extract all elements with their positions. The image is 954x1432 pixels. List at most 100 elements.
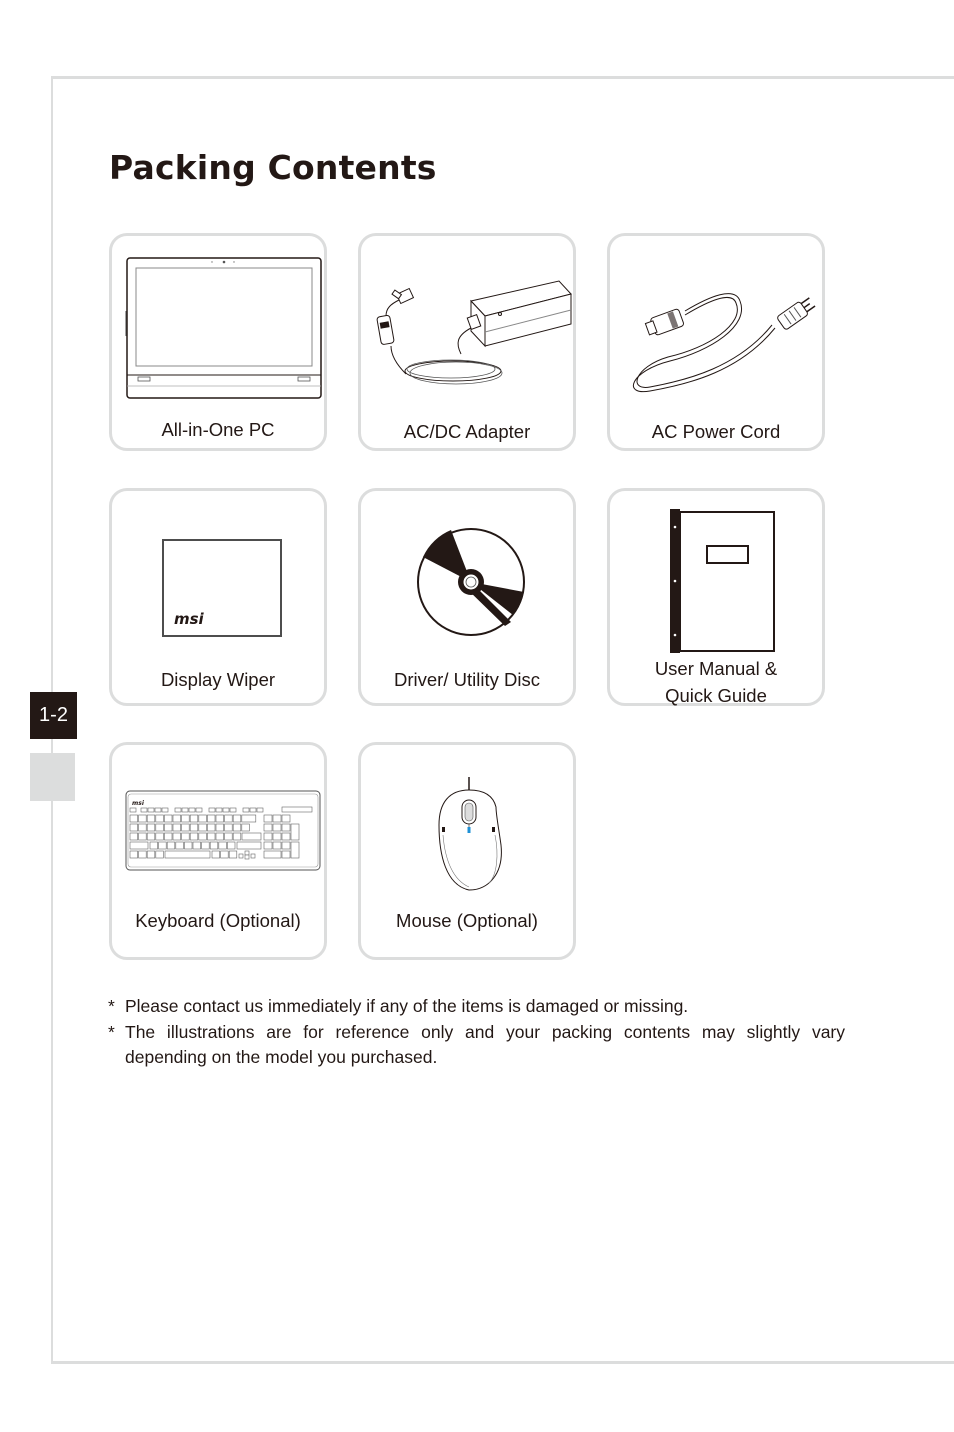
keyboard-key <box>154 807 162 813</box>
keyboard-key <box>207 832 216 841</box>
keyboard-key <box>263 823 273 832</box>
keyboard-key <box>228 850 238 859</box>
keyboard-key <box>198 814 207 823</box>
keyboard-key <box>222 807 230 813</box>
keyboard-key <box>138 823 147 832</box>
keyboard-msi-logo: msi <box>132 800 145 807</box>
keyboard-key <box>227 841 236 850</box>
note-damaged: * Please contact us immediately if any o… <box>108 994 845 1019</box>
keyboard-key <box>281 806 313 813</box>
keyboard-key <box>181 832 190 841</box>
item-label: Display Wiper <box>160 669 276 690</box>
keyboard-key <box>224 814 233 823</box>
keyboard-key <box>172 814 181 823</box>
note-text: Please contact us immediately if any of … <box>125 996 689 1016</box>
keyboard-key <box>241 814 257 823</box>
keyboard-key <box>211 850 220 859</box>
keyboard-key <box>138 850 147 859</box>
keyboard-key <box>146 814 156 823</box>
keyboard-key <box>215 832 224 841</box>
keyboard-key <box>209 841 219 850</box>
keyboard-key <box>147 807 155 813</box>
keyboard-key <box>146 832 156 841</box>
keyboard-key <box>236 841 262 850</box>
keyboard-key <box>138 832 147 841</box>
keyboard-key <box>238 853 244 859</box>
page-number-tab[interactable]: 1-2 <box>30 692 77 739</box>
keyboard-key <box>164 850 211 859</box>
keyboard-key <box>181 823 190 832</box>
keyboard-key <box>149 841 158 850</box>
keyboard-key <box>232 832 242 841</box>
keyboard-key <box>272 832 282 841</box>
keyboard-key <box>281 823 291 832</box>
keyboard-key <box>181 814 190 823</box>
keyboard-key <box>290 823 300 841</box>
keyboard-key <box>155 823 164 832</box>
keyboard-key <box>215 823 224 832</box>
item-card-user-manual: User Manual & Quick Guide <box>607 488 825 706</box>
keyboard-key <box>174 807 182 813</box>
keyboard-key <box>218 841 227 850</box>
keyboard-key <box>164 832 173 841</box>
item-label: AC Power Cord <box>651 421 781 442</box>
note-illustrations: * The illustrations are for reference on… <box>108 1020 845 1070</box>
keyboard-key <box>198 832 207 841</box>
item-card-ac-power-cord: AC Power Cord <box>607 233 825 451</box>
keyboard-key <box>129 832 138 841</box>
keyboard-key <box>207 814 216 823</box>
keyboard-key <box>161 807 169 813</box>
keyboard-key <box>263 814 273 823</box>
item-card-ac-dc-adapter: AC/DC Adapter <box>358 233 576 451</box>
keyboard-key <box>181 807 189 813</box>
keyboard-key <box>281 832 291 841</box>
item-label: AC/DC Adapter <box>403 421 531 442</box>
keyboard-key <box>129 841 149 850</box>
keyboard-key <box>244 854 250 860</box>
note-marker: * <box>108 1022 115 1042</box>
notes-section: * Please contact us immediately if any o… <box>108 994 845 1070</box>
keyboard-key <box>272 841 282 850</box>
keyboard-key <box>215 814 224 823</box>
keyboard-key <box>272 814 282 823</box>
keyboard-key <box>129 823 138 832</box>
keyboard-key <box>175 841 184 850</box>
keyboard-key <box>155 850 164 859</box>
keyboard-key <box>201 841 210 850</box>
keyboard-key <box>232 814 242 823</box>
keyboard-key <box>208 807 216 813</box>
keyboard-key <box>155 814 164 823</box>
keyboard-key <box>224 823 233 832</box>
keyboard-key <box>242 807 250 813</box>
keyboard-key <box>172 823 181 832</box>
msi-logo: msi <box>174 610 205 628</box>
keyboard-key <box>290 841 300 859</box>
keyboard-key <box>272 823 282 832</box>
keyboard-key <box>198 823 207 832</box>
page-title: Packing Contents <box>109 148 437 187</box>
item-card-mouse: Mouse (Optional) <box>358 742 576 960</box>
keyboard-key <box>138 814 147 823</box>
keyboard-key <box>189 814 199 823</box>
item-label-line2: Quick Guide <box>665 685 767 706</box>
keyboard-key <box>256 807 264 813</box>
keyboard-key <box>232 823 242 832</box>
keyboard-key <box>229 807 237 813</box>
keyboard-key <box>241 832 262 841</box>
keyboard-key <box>250 853 256 859</box>
keyboard-key <box>172 832 181 841</box>
keyboard-key <box>155 832 164 841</box>
item-card-all-in-one-pc: All-in-One PC <box>109 233 327 451</box>
keyboard-key <box>263 850 282 859</box>
keyboard-key <box>164 814 173 823</box>
page-tab-inactive[interactable] <box>30 753 75 801</box>
keyboard-key <box>281 841 291 850</box>
keyboard-key <box>188 807 196 813</box>
keyboard-key <box>184 841 193 850</box>
keyboard-key <box>207 823 216 832</box>
item-card-keyboard: msi Keyboard (Optional) <box>109 742 327 960</box>
keyboard-key <box>189 823 199 832</box>
keyboard-key <box>244 850 250 856</box>
keyboard-key <box>164 823 173 832</box>
keyboard-key <box>195 807 203 813</box>
